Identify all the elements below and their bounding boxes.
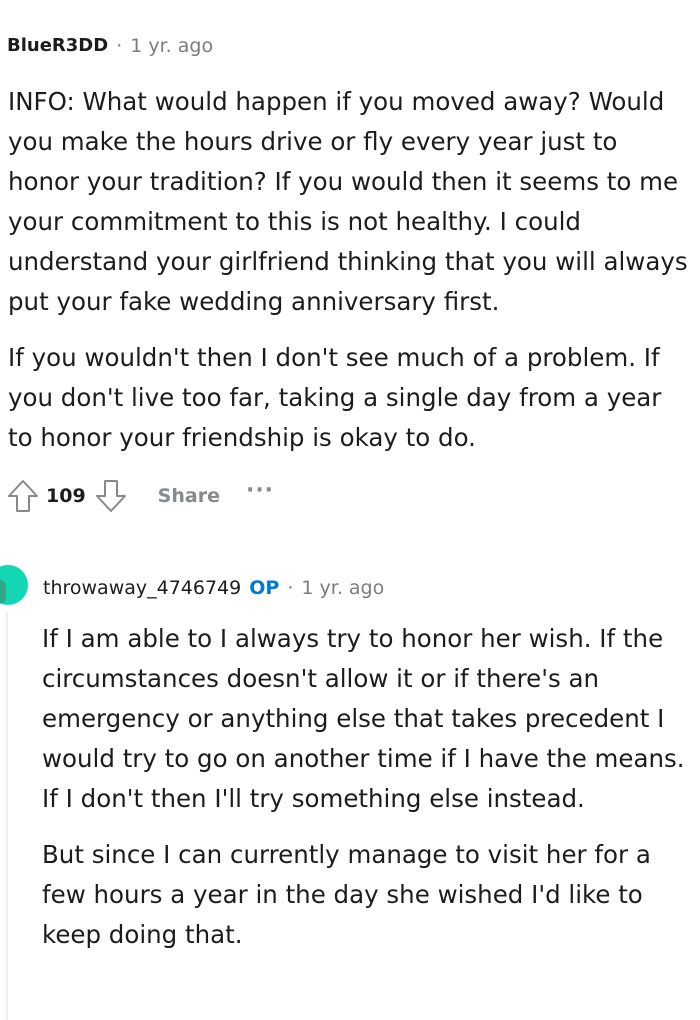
comment-body: INFO: What would happen if you moved awa… [8, 82, 688, 458]
comment-paragraph: INFO: What would happen if you moved awa… [8, 87, 688, 316]
downvote-button[interactable] [92, 476, 130, 516]
comment-paragraph: But since I can currently manage to visi… [42, 840, 651, 949]
comment-author[interactable]: throwaway_4746749 [43, 576, 241, 600]
more-options-button[interactable]: ··· [246, 478, 274, 503]
comment-meta: BlueR3DD · 1 yr. ago [7, 34, 213, 58]
meta-separator: · [116, 35, 123, 57]
comment-author[interactable]: BlueR3DD [7, 34, 108, 58]
comment-paragraph: If you wouldn't then I don't see much of… [8, 343, 662, 452]
avatar-figure [0, 579, 6, 603]
vote-score: 109 [46, 485, 86, 507]
downvote-arrow-icon [95, 480, 126, 512]
user-avatar[interactable] [0, 565, 28, 605]
comment-actions: 109 Share ··· [4, 476, 274, 516]
op-badge: OP [249, 577, 280, 599]
thread-line[interactable] [6, 612, 8, 1020]
upvote-button[interactable] [4, 476, 42, 516]
comment-timestamp[interactable]: 1 yr. ago [130, 34, 213, 58]
comment-paragraph: If I am able to I always try to honor he… [42, 624, 685, 813]
share-button[interactable]: Share [158, 485, 220, 507]
upvote-arrow-icon [8, 480, 38, 512]
comment-body: If I am able to I always try to honor he… [42, 619, 692, 955]
meta-separator: · [287, 577, 294, 599]
comment-meta: throwaway_4746749 OP · 1 yr. ago [43, 576, 384, 600]
comment-timestamp[interactable]: 1 yr. ago [301, 576, 384, 600]
